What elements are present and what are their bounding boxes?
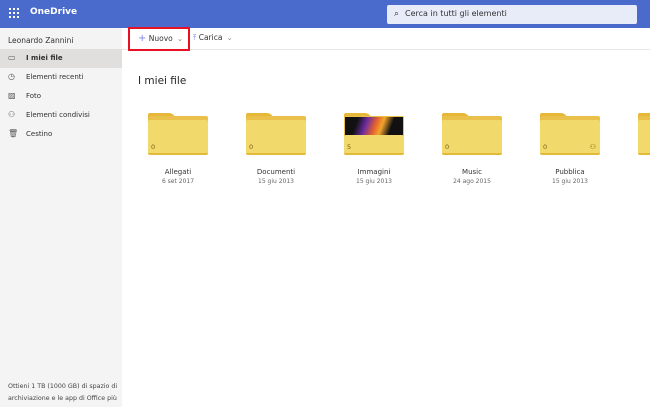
folder-icon: 0 bbox=[246, 113, 306, 155]
folder-date: 15 giu 2013 bbox=[552, 178, 588, 185]
item-count: 5 bbox=[347, 143, 352, 151]
upload-label: Carica bbox=[198, 33, 223, 42]
sidebar: Leonardo Zannini ▭ I miei file ◷ Elementi … bbox=[0, 28, 122, 407]
sidebar-item-label: Foto bbox=[26, 92, 42, 100]
item-count: 0 bbox=[151, 143, 156, 151]
folder-date: 15 giu 2013 bbox=[356, 178, 392, 185]
item-count: 0 bbox=[445, 143, 450, 151]
folder-date: 24 ago 2015 bbox=[453, 178, 491, 185]
sidebar-item-label: Cestino bbox=[26, 130, 53, 138]
upload-icon: ⤒ bbox=[193, 33, 197, 42]
folder-date: 6 set 2017 bbox=[161, 178, 195, 185]
folder-tile-partial[interactable] bbox=[628, 113, 650, 155]
folder-tile[interactable]: 0 Allegati 6 set 2017 bbox=[138, 113, 218, 185]
sidebar-item-label: Elementi condivisi bbox=[26, 111, 90, 119]
people-icon: ⚇ bbox=[8, 110, 16, 119]
storage-promo[interactable]: Ottieni 1 TB (1000 GB) di spazio di arch… bbox=[8, 381, 120, 405]
app-name[interactable]: OneDrive bbox=[30, 7, 77, 17]
folder-name[interactable]: Immagini bbox=[334, 168, 414, 176]
folder-name[interactable]: Music bbox=[432, 168, 512, 176]
folder-tile[interactable]: 5 Immagini 15 giu 2013 bbox=[334, 113, 414, 185]
folder-tile[interactable]: 0 Music 24 ago 2015 bbox=[432, 113, 512, 185]
search-input[interactable]: ⌕ Cerca in tutti gli elementi bbox=[387, 5, 637, 24]
folder-tile[interactable]: 0 ⚇ Pubblica 15 giu 2013 bbox=[530, 113, 610, 185]
page-title: I miei file bbox=[138, 75, 187, 87]
folder-icon: 0 ⚇ bbox=[540, 113, 600, 155]
command-bar: + Nuovo ⌄ ⤒ Carica ⌄ bbox=[122, 28, 650, 50]
sidebar-item-trash[interactable]: 🗑 Cestino bbox=[0, 125, 122, 144]
search-placeholder: Cerca in tutti gli elementi bbox=[405, 9, 507, 18]
folder-tile[interactable]: 0 Documenti 15 giu 2013 bbox=[236, 113, 316, 185]
search-icon: ⌕ bbox=[394, 9, 400, 19]
folder-name[interactable]: Allegati bbox=[138, 168, 218, 176]
folder-name[interactable]: Documenti bbox=[236, 168, 316, 176]
trash-icon: 🗑 bbox=[8, 129, 19, 138]
folder-icon: ▭ bbox=[8, 53, 16, 62]
app-launcher-icon[interactable] bbox=[9, 8, 20, 19]
sidebar-item-recent[interactable]: ◷ Elementi recenti bbox=[0, 68, 122, 87]
folder-icon: 0 bbox=[148, 113, 208, 155]
sidebar-item-shared[interactable]: ⚇ Elementi condivisi bbox=[0, 106, 122, 125]
folder-icon bbox=[638, 113, 650, 155]
upload-button[interactable]: ⤒ Carica ⌄ bbox=[193, 33, 233, 43]
folder-icon: 0 bbox=[442, 113, 502, 155]
sidebar-item-label: Elementi recenti bbox=[26, 73, 84, 81]
photo-icon: ▨ bbox=[8, 91, 16, 100]
item-count: 0 bbox=[543, 143, 548, 151]
folder-icon: 5 bbox=[344, 113, 404, 155]
top-bar: OneDrive ⌕ Cerca in tutti gli elementi bbox=[0, 0, 650, 28]
folder-date: 15 giu 2013 bbox=[258, 178, 294, 185]
sidebar-item-label: I miei file bbox=[26, 54, 63, 62]
folder-name[interactable]: Pubblica bbox=[530, 168, 610, 176]
history-icon: ◷ bbox=[8, 72, 15, 81]
sidebar-item-my-files[interactable]: ▭ I miei file bbox=[0, 49, 122, 68]
shared-icon: ⚇ bbox=[589, 143, 596, 151]
highlight-box bbox=[128, 27, 190, 51]
item-count: 0 bbox=[249, 143, 254, 151]
chevron-down-icon: ⌄ bbox=[226, 33, 233, 42]
sidebar-item-photos[interactable]: ▨ Foto bbox=[0, 87, 122, 106]
user-name: Leonardo Zannini bbox=[8, 36, 74, 45]
